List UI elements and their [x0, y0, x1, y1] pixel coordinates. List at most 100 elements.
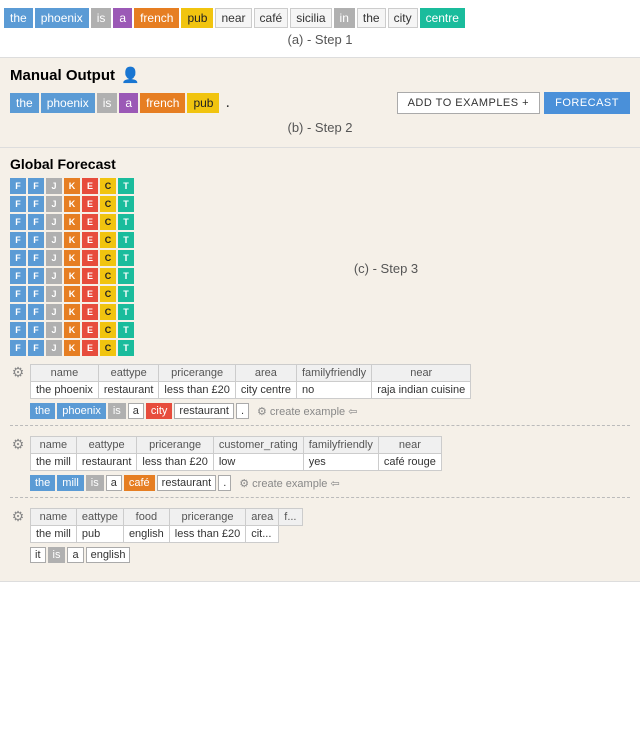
table-cell: less than £20	[137, 454, 213, 471]
token-a: pub	[181, 8, 213, 28]
gear-icon[interactable]: ⚙	[10, 436, 26, 452]
forecast-cell: E	[82, 196, 98, 212]
forecast-col: KKKKKKKKKK	[64, 178, 80, 356]
forecast-cell: T	[118, 286, 134, 302]
forecast-cell: F	[28, 232, 44, 248]
data-table-wrap: ⚙nameeattypepricerangeareafamilyfriendly…	[10, 364, 630, 399]
forecast-cell: C	[100, 196, 116, 212]
forecast-cell: J	[46, 322, 62, 338]
forecast-cell: K	[64, 178, 80, 194]
data-blocks: ⚙nameeattypepricerangeareafamilyfriendly…	[10, 364, 630, 563]
gear-icon[interactable]: ⚙	[10, 508, 26, 524]
forecast-cell: F	[10, 340, 26, 356]
forecast-cell: F	[28, 322, 44, 338]
forecast-cell: T	[118, 214, 134, 230]
manual-output-icon: 👤	[121, 66, 140, 84]
forecast-cell: T	[118, 304, 134, 320]
section-b: Manual Output 👤 thephoenixisafrenchpub .…	[0, 58, 640, 148]
step-label-b: (b) - Step 2	[10, 120, 630, 135]
forecast-cell: F	[28, 178, 44, 194]
step-label-c: (c) - Step 3	[142, 261, 630, 276]
table-row: the phoenixrestaurantless than £20city c…	[31, 382, 471, 399]
manual-buttons: ADD TO EXAMPLES + FORECAST	[397, 92, 630, 114]
example-token: english	[86, 547, 131, 563]
table-header: name	[31, 509, 77, 526]
table-cell: the phoenix	[31, 382, 99, 399]
token-a: french	[134, 8, 179, 28]
example-token: is	[86, 475, 104, 491]
forecast-cell: F	[10, 232, 26, 248]
table-header: near	[378, 437, 441, 454]
forecast-cell: J	[46, 250, 62, 266]
table-cell: the mill	[31, 526, 77, 543]
forecast-cell: F	[10, 214, 26, 230]
section-c: Global Forecast FFFFFFFFFFFFFFFFFFFFJJJJ…	[0, 148, 640, 582]
table-header: pricerange	[169, 509, 245, 526]
forecast-cell: E	[82, 268, 98, 284]
forecast-cell: F	[28, 304, 44, 320]
add-to-examples-button[interactable]: ADD TO EXAMPLES +	[397, 92, 541, 114]
token-a: centre	[420, 8, 465, 28]
forecast-cell: F	[28, 340, 44, 356]
gear-icon[interactable]: ⚙	[10, 364, 26, 380]
forecast-cell: F	[10, 322, 26, 338]
global-forecast-title: Global Forecast	[10, 156, 630, 172]
forecast-cell: F	[28, 214, 44, 230]
table-header: familyfriendly	[297, 365, 372, 382]
example-token: restaurant	[174, 403, 234, 419]
token-row-a: thephoenixisafrenchpubnearcafésiciliaint…	[4, 8, 636, 28]
manual-token-row: thephoenixisafrenchpub	[10, 93, 221, 113]
example-token: .	[236, 403, 249, 419]
step-label-a: (a) - Step 1	[4, 32, 636, 47]
forecast-col: FFFFFFFFFF	[28, 178, 44, 356]
example-token: the	[30, 475, 55, 491]
table-header: eattype	[76, 437, 137, 454]
table-cell: restaurant	[98, 382, 159, 399]
table-cell: café rouge	[378, 454, 441, 471]
forecast-cell: J	[46, 232, 62, 248]
forecast-cell: E	[82, 178, 98, 194]
manual-token: pub	[187, 93, 219, 113]
forecast-cell: J	[46, 286, 62, 302]
forecast-cell: T	[118, 232, 134, 248]
table-cell: raja indian cuisine	[372, 382, 471, 399]
table-header: name	[31, 437, 77, 454]
forecast-cell: F	[10, 250, 26, 266]
table-header: pricerange	[137, 437, 213, 454]
table-header: food	[123, 509, 169, 526]
forecast-cell: J	[46, 196, 62, 212]
table-cell: the mill	[31, 454, 77, 471]
table-header: eattype	[98, 365, 159, 382]
data-table: nameeattypefoodpricerangeareaf...the mil…	[30, 508, 303, 543]
table-header: area	[235, 365, 296, 382]
example-token: a	[106, 475, 122, 491]
forecast-col: TTTTTTTTTT	[118, 178, 134, 356]
example-row: themillisacaférestaurant.⚙ create exampl…	[30, 475, 630, 491]
forecast-cell: F	[10, 196, 26, 212]
forecast-cell: K	[64, 322, 80, 338]
forecast-cell: E	[82, 232, 98, 248]
forecast-cell: F	[28, 268, 44, 284]
manual-output-title: Manual Output 👤	[10, 66, 630, 84]
forecast-cell: C	[100, 232, 116, 248]
forecast-cell: C	[100, 340, 116, 356]
forecast-cell: T	[118, 340, 134, 356]
data-block: ⚙nameeattypefoodpricerangeareaf...the mi…	[10, 508, 630, 563]
forecast-button[interactable]: FORECAST	[544, 92, 630, 114]
create-example-link[interactable]: ⚙ create example ⇦	[239, 477, 339, 490]
forecast-cell: K	[64, 232, 80, 248]
table-header: near	[372, 365, 471, 382]
table-cell: yes	[303, 454, 378, 471]
forecast-cell: F	[10, 178, 26, 194]
create-example-link[interactable]: ⚙ create example ⇦	[257, 405, 357, 418]
token-a: near	[215, 8, 251, 28]
table-header: customer_rating	[213, 437, 303, 454]
data-table-wrap: ⚙nameeattypepricerangecustomer_ratingfam…	[10, 436, 630, 471]
data-table-wrap: ⚙nameeattypefoodpricerangeareaf...the mi…	[10, 508, 630, 543]
example-token: a	[128, 403, 144, 419]
example-token: is	[108, 403, 126, 419]
token-a: phoenix	[35, 8, 89, 28]
data-table: nameeattypepricerangecustomer_ratingfami…	[30, 436, 442, 471]
example-row: itisaenglish	[30, 547, 630, 563]
token-a: in	[334, 8, 355, 28]
